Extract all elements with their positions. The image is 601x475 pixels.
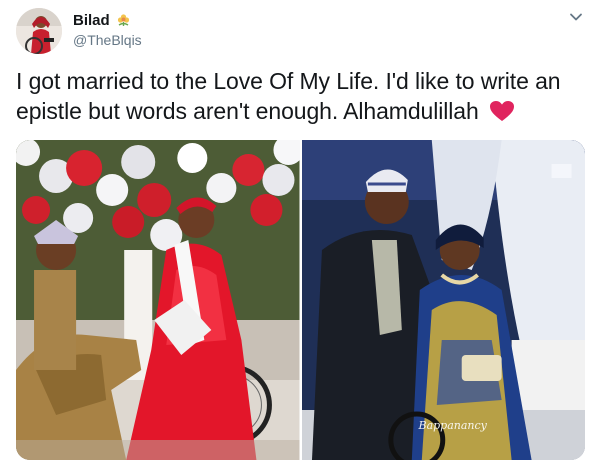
- more-options-button[interactable]: [567, 10, 585, 28]
- tweet-text-block: I got married to the Love Of My Life. I'…: [16, 66, 576, 126]
- avatar[interactable]: [16, 8, 62, 54]
- bride-proposal-photo[interactable]: [16, 140, 300, 460]
- sparkle-flower-icon: [116, 13, 131, 28]
- name-row: Bilad: [73, 12, 131, 29]
- display-name[interactable]: Bilad: [73, 12, 110, 29]
- photo-watermark: Bappanancy: [418, 419, 487, 432]
- tweet-card: Bilad @TheBlqis I got married to the Lov…: [0, 0, 601, 475]
- red-heart-icon: [489, 99, 515, 121]
- couple-portrait-photo[interactable]: Bappanancy: [301, 140, 585, 460]
- user-handle[interactable]: @TheBlqis: [73, 32, 142, 48]
- chevron-down-icon: [569, 10, 583, 29]
- tweet-text: I got married to the Love Of My Life. I'…: [16, 68, 561, 124]
- media-grid: Bappanancy: [16, 140, 585, 460]
